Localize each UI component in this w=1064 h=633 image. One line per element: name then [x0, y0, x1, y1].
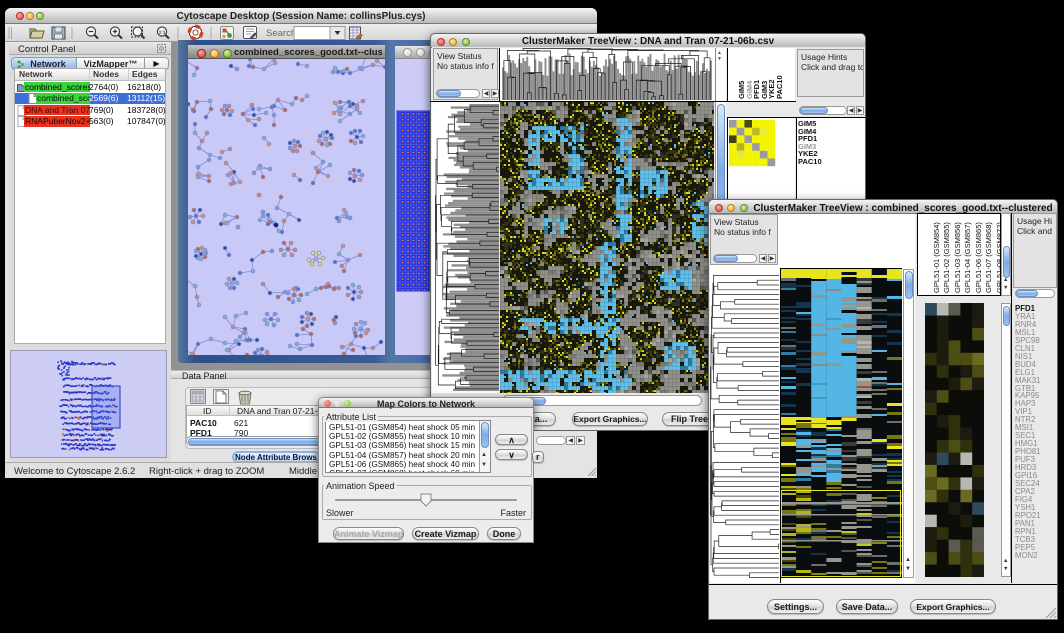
svg-text:1:1: 1:1 — [159, 29, 166, 34]
